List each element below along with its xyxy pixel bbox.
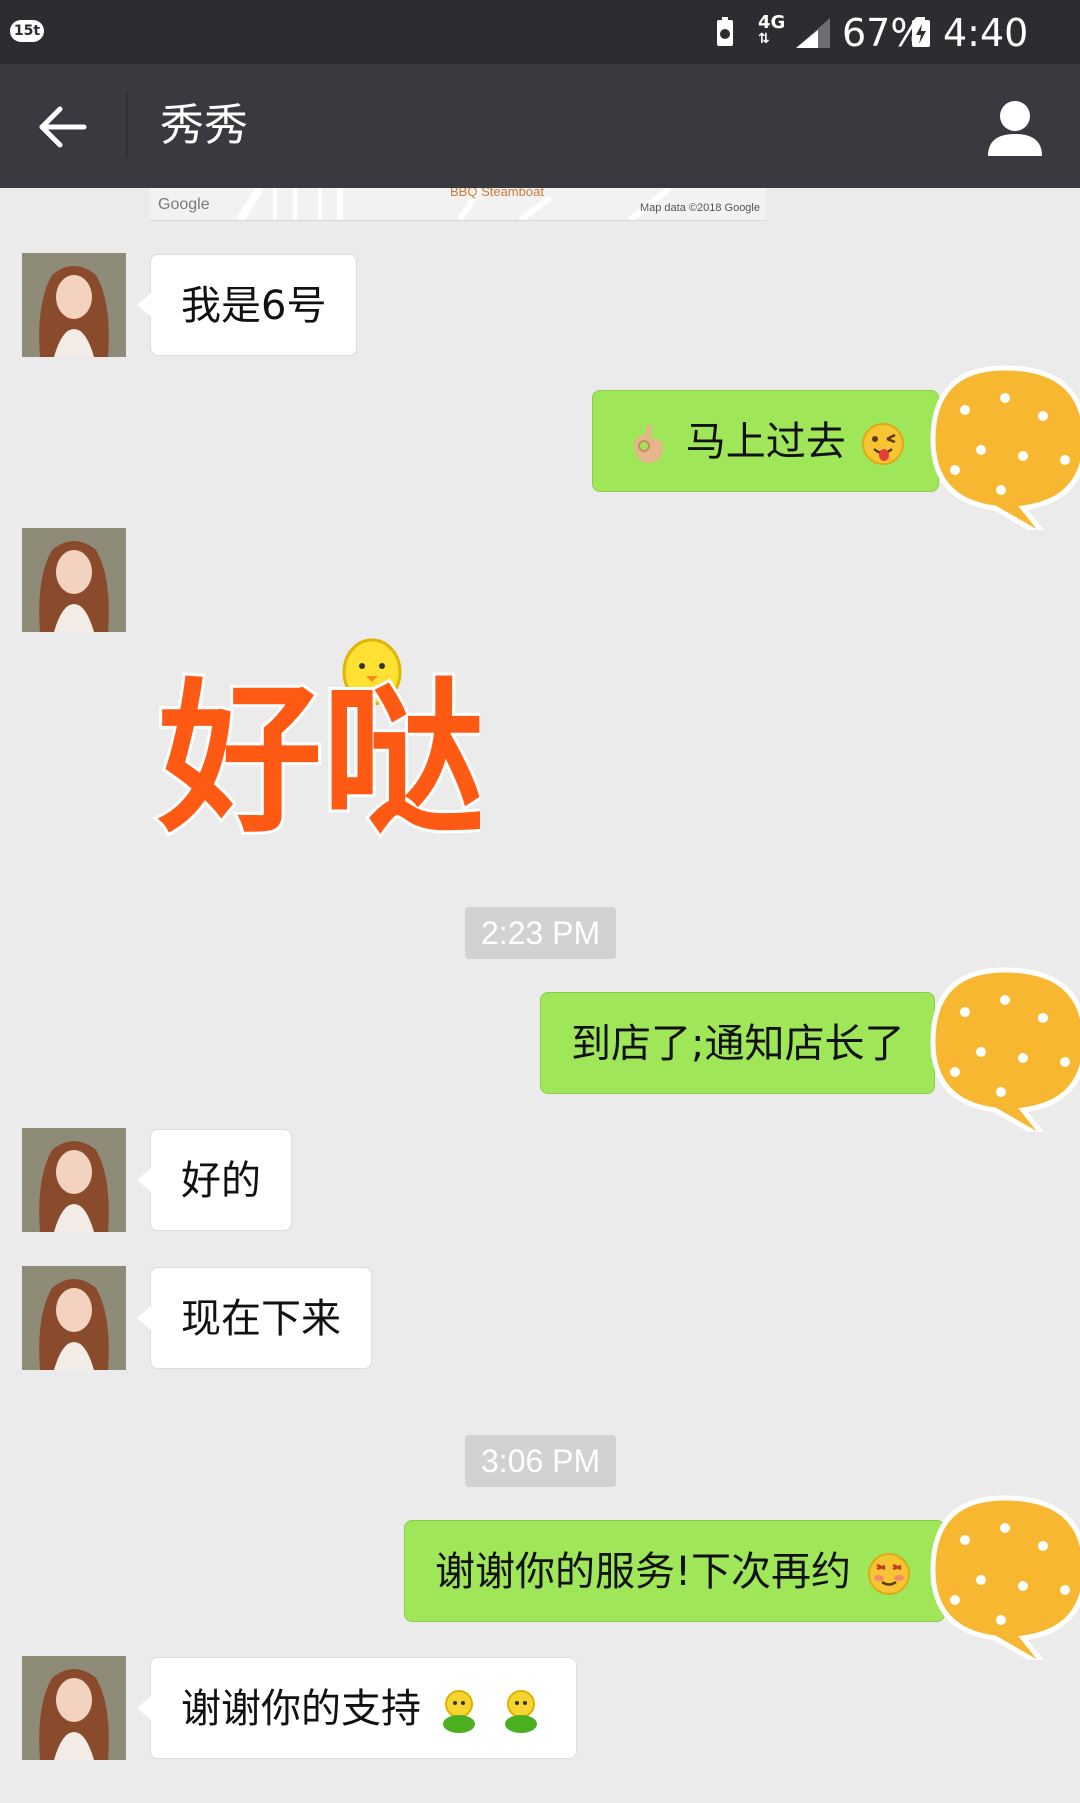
message-text: 好的 <box>181 1158 261 1204</box>
message-text: 谢谢你的支持 <box>181 1686 421 1732</box>
avatar-photo <box>22 1266 126 1370</box>
avatar-photo <box>22 528 126 632</box>
winking-tongue-emoji <box>862 423 905 465</box>
google-logo: Google <box>158 196 210 213</box>
message-text: 现在下来 <box>181 1296 341 1342</box>
message-bubble-received[interactable]: 现在下来 <box>137 1267 372 1369</box>
chat-header: 秀秀 <box>0 64 1080 188</box>
message-bubble-sent[interactable]: 谢谢你的服务!下次再约 <box>404 1520 958 1622</box>
profile-icon[interactable] <box>980 92 1050 162</box>
avatar-speech-bubble-icon <box>930 1495 1080 1660</box>
contact-name: 秀秀 <box>160 100 248 151</box>
message-text: 到店了;通知店长了 <box>571 1021 905 1067</box>
message-text: 谢谢你的服务!下次再约 <box>435 1549 852 1595</box>
location-map-card[interactable]: Google BBQ Steamboat Map data ©2018 Goog… <box>150 188 766 221</box>
network-type-icon: 4G ⇅ <box>758 12 786 47</box>
message-text: 马上过去 <box>685 419 846 465</box>
green-figure-emoji <box>505 1690 538 1733</box>
avatar-photo <box>22 1656 126 1760</box>
message-bubble-sent[interactable]: 到店了;通知店长了 <box>540 992 949 1094</box>
message-bubble-received[interactable]: 好的 <box>137 1129 292 1231</box>
avatar-speech-bubble-icon <box>930 365 1080 530</box>
contact-avatar[interactable] <box>22 1266 126 1370</box>
header-divider <box>126 92 128 158</box>
avatar-photo <box>22 253 126 357</box>
message-bubble-received[interactable]: 谢谢你的支持 <box>136 1657 578 1759</box>
map-place-label: BBQ Steamboat <box>450 188 544 199</box>
contact-avatar[interactable] <box>22 253 126 357</box>
green-figure-emoji <box>442 1690 475 1733</box>
message-bubble-sent[interactable]: 马上过去 <box>592 390 953 492</box>
chat-screen: 15t 4G ⇅ 67% 4:40 pm 秀秀 <box>0 0 1080 1803</box>
contact-avatar[interactable] <box>22 1128 126 1232</box>
chick-sticker-icon: 好哒 <box>154 638 489 858</box>
battery-saver-icon <box>717 17 733 46</box>
signal-strength-icon <box>796 18 830 48</box>
blushing-emoji <box>867 1553 910 1595</box>
status-bar: 15t 4G ⇅ 67% 4:40 pm <box>0 0 1080 101</box>
timestamp: 2:23 PM <box>465 907 617 959</box>
message-text: 我是6号 <box>181 283 327 329</box>
back-arrow-icon[interactable] <box>30 94 96 160</box>
map-credit: Map data ©2018 Google <box>639 202 760 214</box>
sticker-message[interactable]: 好哒 <box>150 634 489 858</box>
ok-hand-emoji <box>634 424 663 463</box>
battery-charging-icon <box>912 17 930 47</box>
timestamp: 3:06 PM <box>465 1435 617 1487</box>
avatar-photo <box>22 1128 126 1232</box>
contact-avatar[interactable] <box>22 528 126 632</box>
message-bubble-received[interactable]: 我是6号 <box>136 254 358 356</box>
sticker-text: 好哒 <box>157 664 480 844</box>
contact-avatar[interactable] <box>22 1656 126 1760</box>
avatar-speech-bubble-icon <box>930 967 1080 1132</box>
app-notification-icon: 15t <box>10 20 44 42</box>
